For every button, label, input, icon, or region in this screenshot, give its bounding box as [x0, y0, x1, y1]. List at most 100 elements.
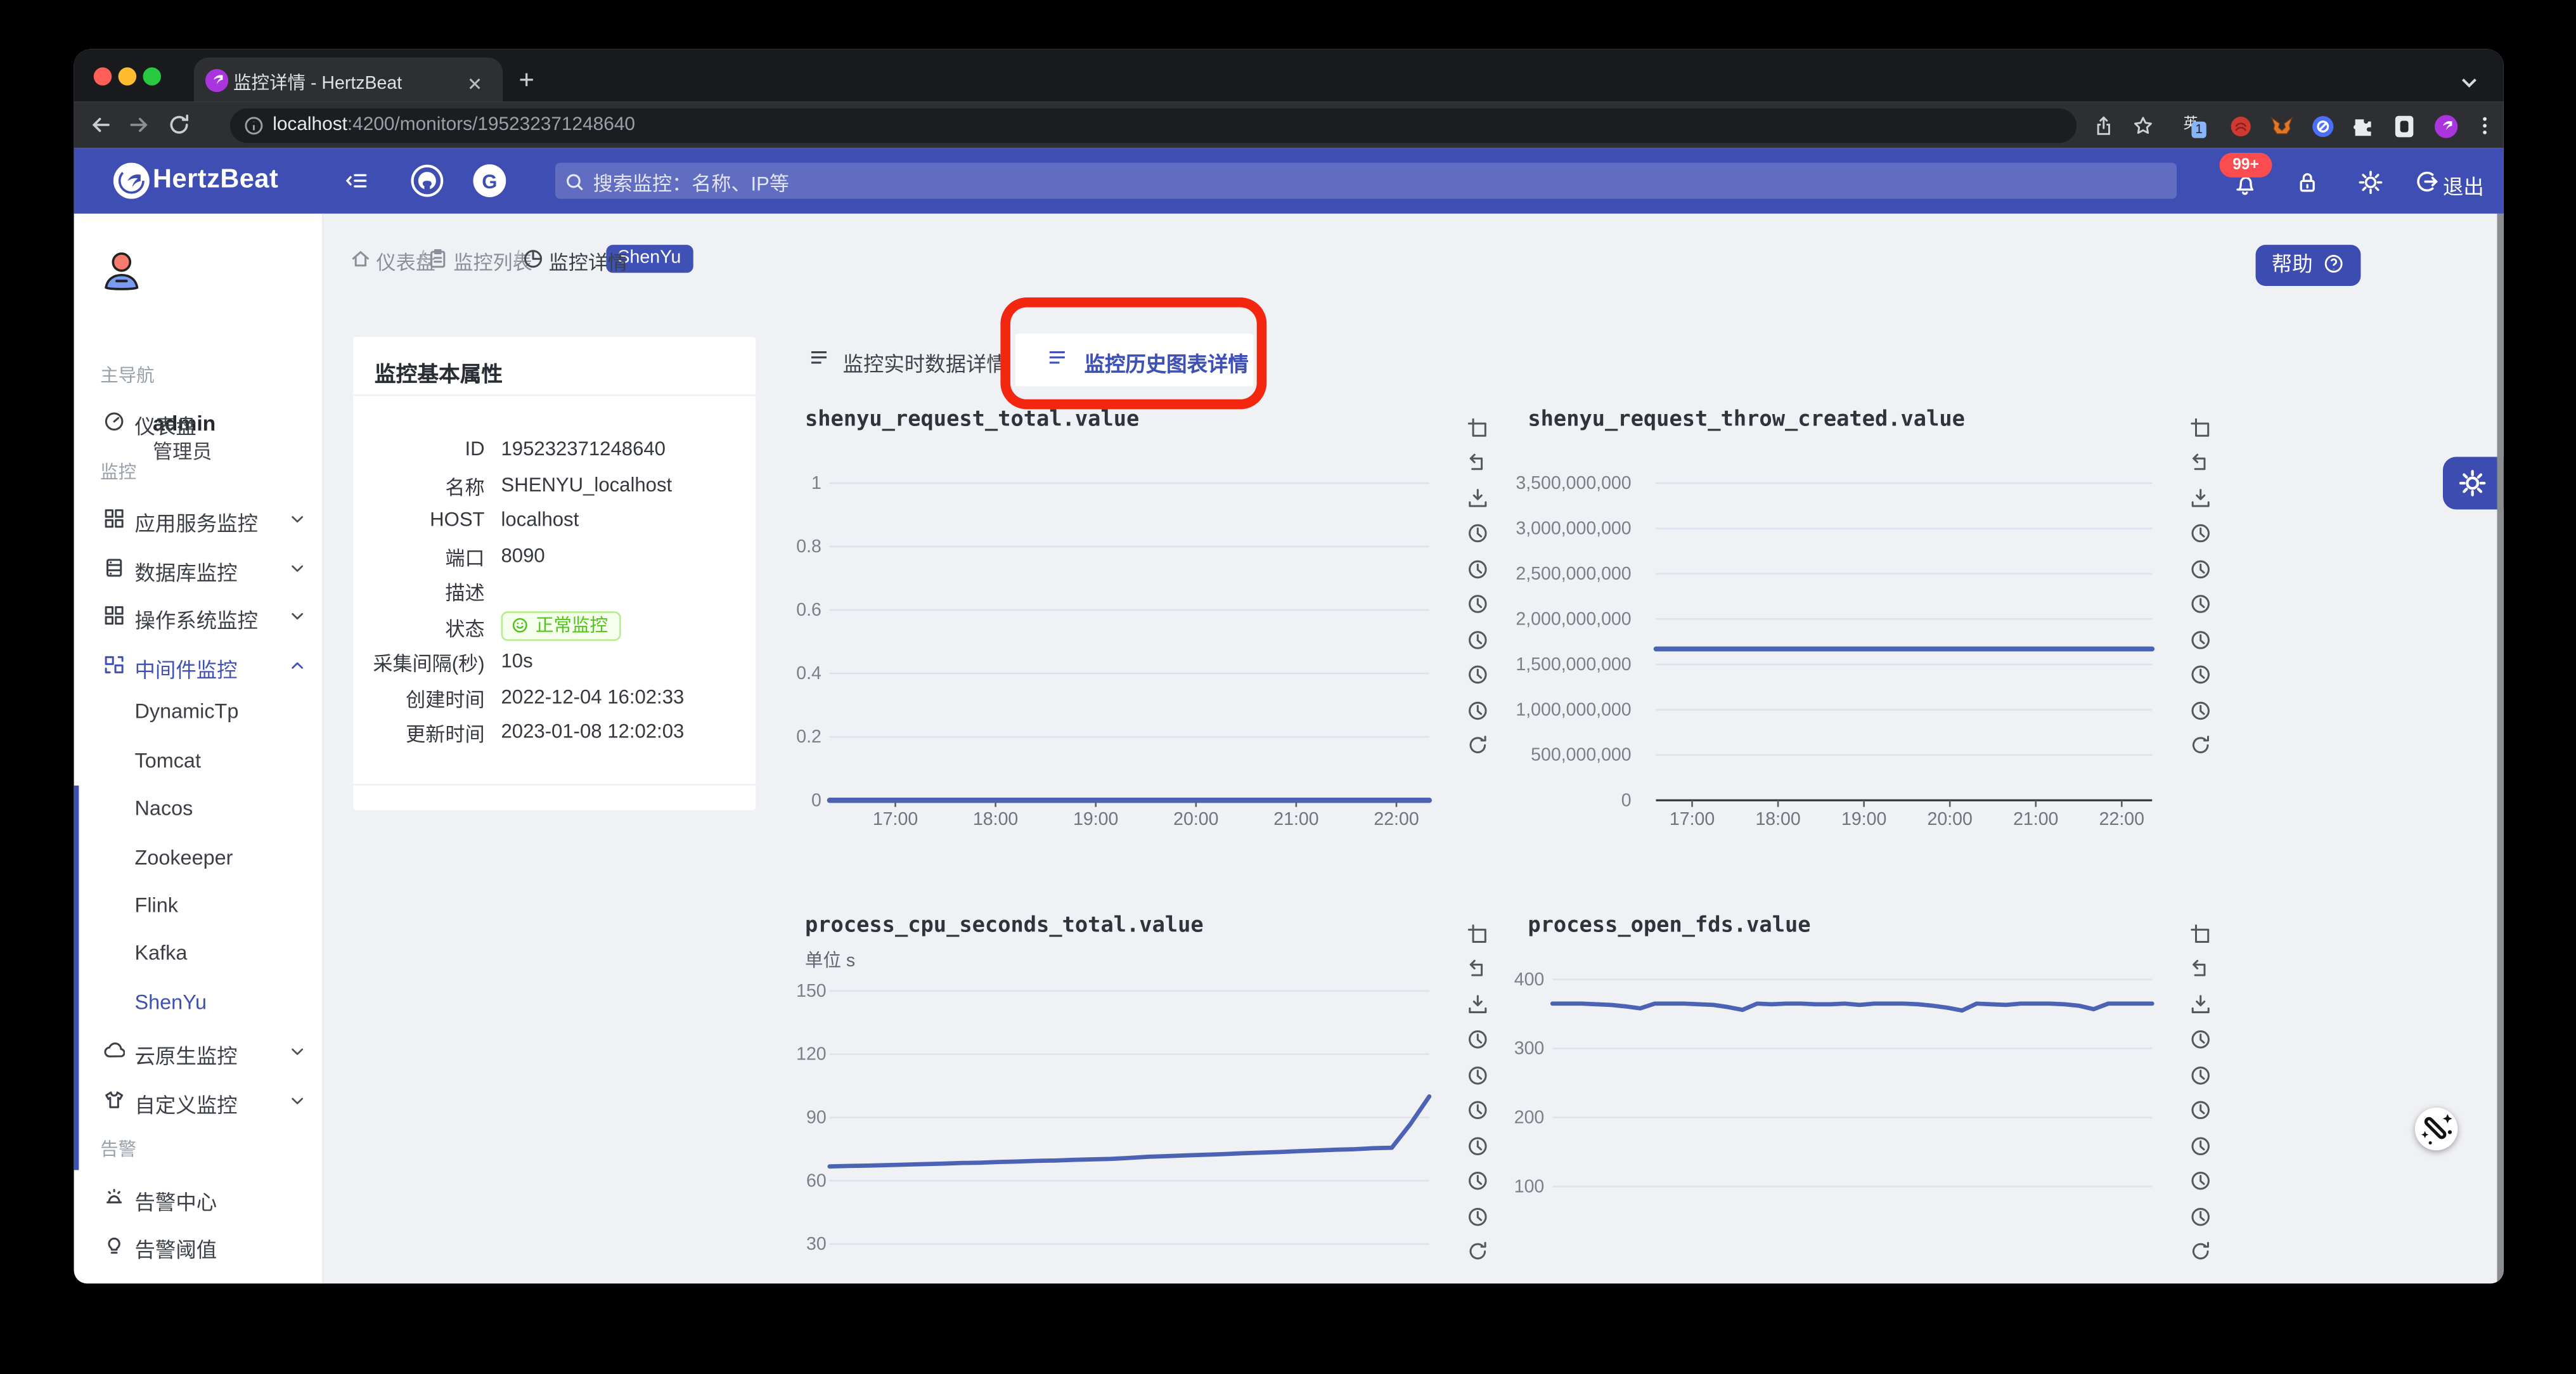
clock-icon[interactable] — [1467, 1135, 1488, 1157]
sidebar-item-dynamictp[interactable]: DynamicTp — [74, 689, 322, 736]
clock-icon[interactable] — [2190, 699, 2212, 721]
sidebar-item[interactable]: 告警通知 — [74, 1269, 322, 1283]
github-icon[interactable] — [411, 164, 444, 205]
clock-icon[interactable] — [1467, 628, 1488, 650]
theme-settings-float-button[interactable] — [2443, 457, 2504, 510]
monitor-search-input[interactable]: 搜索监控：名称、IP等 — [555, 162, 2177, 199]
clock-icon[interactable] — [1467, 664, 1488, 685]
clock-icon[interactable] — [2190, 1028, 2212, 1050]
breadcrumb-item[interactable]: 监控列表 — [453, 248, 532, 276]
new-tab-button[interactable] — [517, 67, 536, 97]
clock-icon[interactable] — [1467, 1205, 1488, 1227]
forward-icon[interactable] — [128, 113, 151, 145]
sidebar-item[interactable]: 中间件监控 — [74, 640, 322, 688]
sidebar-item[interactable]: 告警阈值 — [74, 1221, 322, 1269]
clock-icon[interactable] — [1467, 1064, 1488, 1086]
download-icon[interactable] — [1467, 487, 1488, 509]
sidebar-item[interactable]: 应用服务监控 — [74, 495, 322, 543]
clock-icon[interactable] — [1467, 522, 1488, 544]
crop-icon[interactable] — [2190, 417, 2212, 438]
url-bar[interactable]: localhost:4200/monitors/195232371248640 — [229, 107, 2077, 144]
status-badge: 正常监控 — [501, 611, 621, 641]
y-tick-label: 0.2 — [796, 727, 821, 747]
crop-icon[interactable] — [1467, 417, 1488, 438]
scrollbar[interactable] — [2496, 213, 2504, 1284]
sidebar-item-tomcat[interactable]: Tomcat — [74, 737, 322, 785]
sidebar-item-flink[interactable]: Flink — [74, 883, 322, 930]
undo-icon[interactable] — [2190, 452, 2212, 474]
logout-label[interactable]: 退出 — [2443, 169, 2484, 200]
sidebar-item-shenyu[interactable]: ShenYu — [74, 979, 322, 1027]
clock-icon[interactable] — [2190, 628, 2212, 650]
site-info-icon[interactable] — [243, 114, 265, 144]
clock-icon[interactable] — [2190, 1099, 2212, 1121]
reload-icon[interactable] — [167, 113, 190, 145]
refresh-icon[interactable] — [1467, 735, 1488, 756]
clock-icon[interactable] — [2190, 558, 2212, 580]
browser-tab[interactable]: 监控详情 - HertzBeat — [193, 57, 503, 102]
brand-name[interactable]: HertzBeat — [153, 166, 278, 196]
breadcrumb-item[interactable]: 仪表盘 — [377, 248, 435, 276]
sidebar-item[interactable]: 操作系统监控 — [74, 592, 322, 640]
settings-gear-icon[interactable] — [2357, 169, 2383, 203]
bookmark-star-icon[interactable] — [2132, 114, 2155, 137]
undo-icon[interactable] — [1467, 958, 1488, 980]
close-tab-icon[interactable] — [467, 70, 483, 100]
clock-icon[interactable] — [2190, 1170, 2212, 1191]
crop-icon[interactable] — [1467, 923, 1488, 944]
list-clip-icon — [430, 249, 446, 268]
clock-icon[interactable] — [2190, 522, 2212, 544]
gitee-icon[interactable]: G — [473, 164, 506, 205]
back-icon[interactable] — [89, 113, 112, 145]
clock-icon[interactable] — [2190, 593, 2212, 615]
logout-icon[interactable] — [2413, 169, 2438, 202]
clock-icon[interactable] — [1467, 593, 1488, 615]
download-icon[interactable] — [1467, 994, 1488, 1015]
clock-icon[interactable] — [1467, 558, 1488, 580]
sidebar-item[interactable]: 数据库监控 — [74, 543, 322, 591]
clock-icon[interactable] — [2190, 1064, 2212, 1086]
clock-icon[interactable] — [1467, 1099, 1488, 1121]
chart-title: process_open_fds.value — [1528, 912, 1810, 937]
undo-icon[interactable] — [1467, 452, 1488, 474]
puzzle-extensions-icon-icon[interactable] — [2351, 114, 2374, 137]
clock-icon[interactable] — [2190, 1205, 2212, 1227]
clock-icon[interactable] — [1467, 1170, 1488, 1191]
sidebar-item[interactable]: 云原生监控 — [74, 1028, 322, 1075]
lock-icon[interactable] — [2295, 169, 2320, 202]
metamask-extension-icon[interactable] — [2270, 114, 2293, 137]
hertzbeat-logo-icon[interactable] — [113, 162, 150, 207]
sidebar-item-kafka[interactable]: Kafka — [74, 931, 322, 978]
sidebar-item-zookeeper[interactable]: Zookeeper — [74, 834, 322, 881]
tab-realtime-data[interactable]: 监控实时数据详情 — [797, 334, 1015, 386]
crop-icon[interactable] — [2190, 923, 2212, 944]
kebab-menu-icon[interactable] — [2474, 114, 2497, 137]
help-button[interactable]: 帮助 — [2255, 245, 2361, 286]
blue-extension-icon[interactable] — [2312, 114, 2334, 137]
refresh-icon[interactable] — [2190, 735, 2212, 756]
sidebar-item[interactable]: 自定义监控 — [74, 1076, 322, 1124]
close-window-button[interactable] — [93, 67, 112, 86]
sidebar-item-nacos[interactable]: Nacos — [74, 786, 322, 833]
undo-icon[interactable] — [2190, 958, 2212, 980]
menu-fold-icon[interactable] — [345, 169, 368, 200]
avatar[interactable] — [97, 247, 146, 304]
white-extension-icon[interactable] — [2393, 114, 2416, 137]
download-icon[interactable] — [2190, 487, 2212, 509]
clock-icon[interactable] — [2190, 1135, 2212, 1157]
clock-icon[interactable] — [1467, 1028, 1488, 1050]
clock-icon[interactable] — [1467, 699, 1488, 721]
sidebar-item[interactable]: 告警中心 — [74, 1173, 322, 1221]
refresh-icon[interactable] — [2190, 1241, 2212, 1262]
refresh-icon[interactable] — [1467, 1241, 1488, 1262]
download-icon[interactable] — [2190, 994, 2212, 1015]
red-extension-icon[interactable] — [2229, 114, 2252, 137]
minimize-window-button[interactable] — [118, 67, 137, 86]
zoom-window-button[interactable] — [143, 67, 161, 86]
share-icon[interactable] — [2093, 114, 2116, 137]
translate-extension-icon[interactable]: 英1 — [2184, 114, 2206, 138]
tab-search-chevron-icon[interactable] — [2459, 69, 2479, 99]
sidebar-item[interactable]: 仪表盘 — [74, 398, 322, 446]
clock-icon[interactable] — [2190, 664, 2212, 685]
purple-extension-icon[interactable] — [2435, 114, 2458, 138]
